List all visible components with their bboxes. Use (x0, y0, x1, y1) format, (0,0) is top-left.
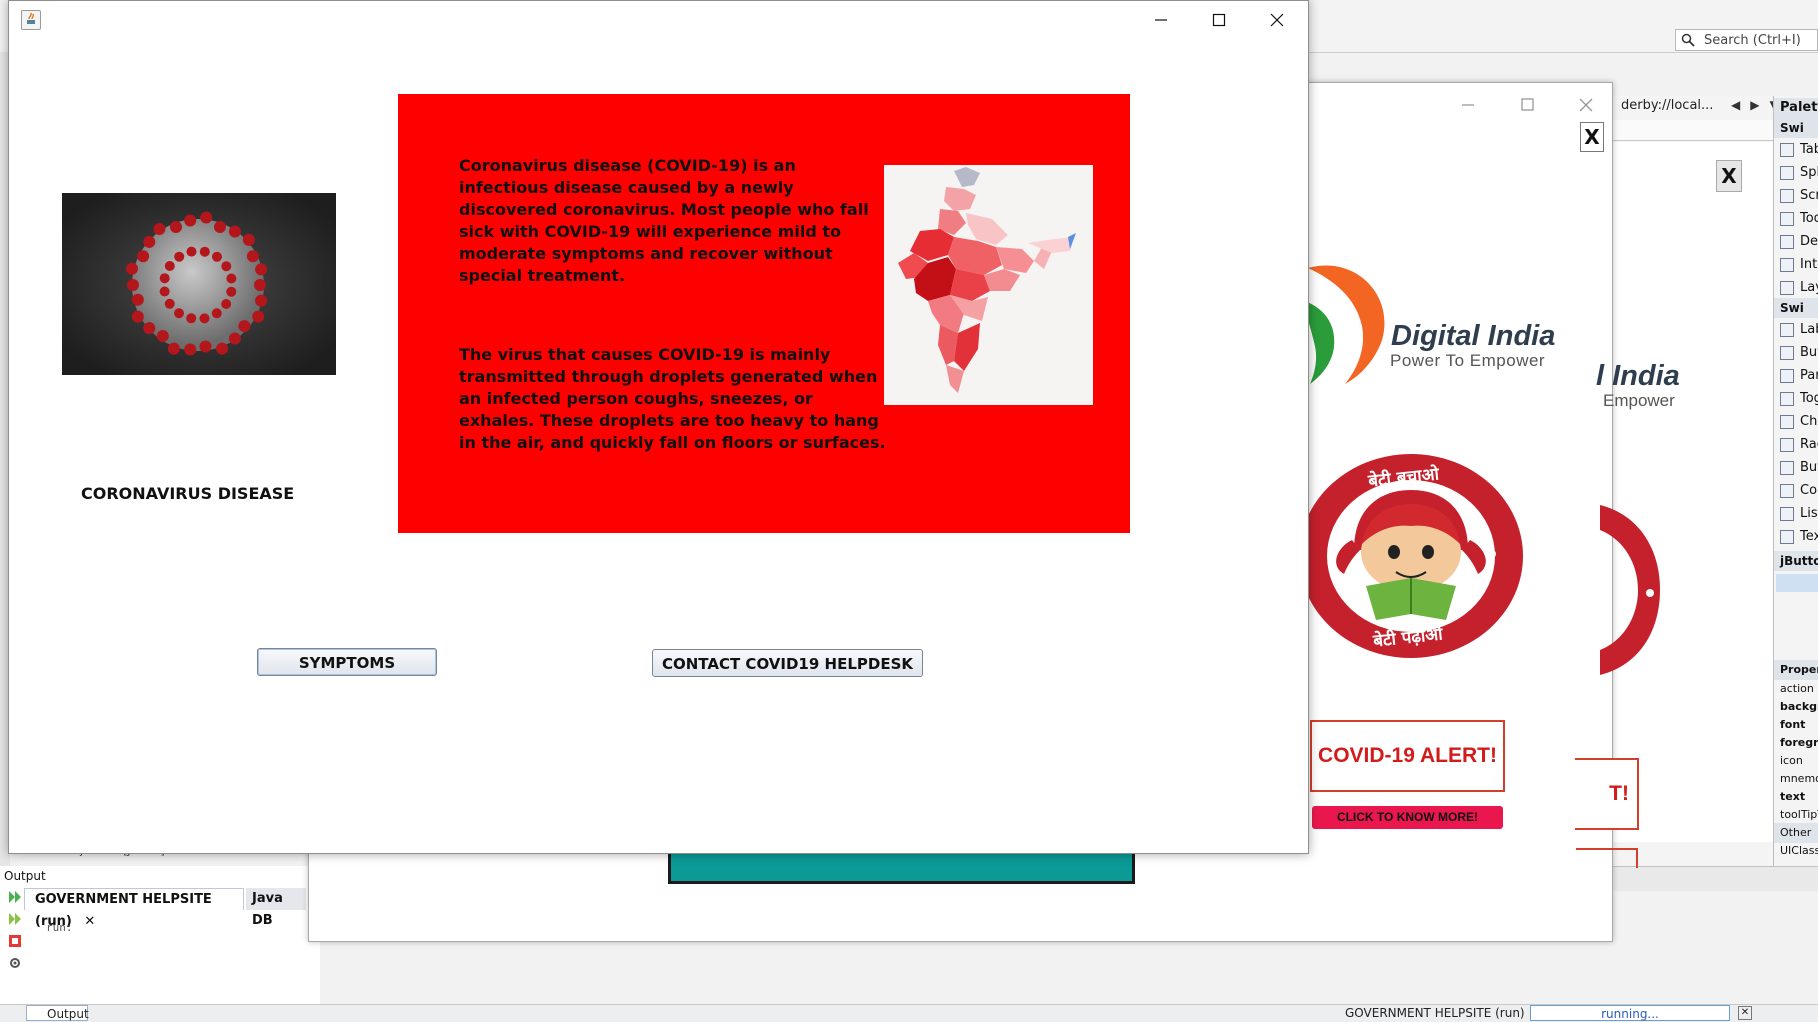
output-panel (0, 866, 320, 1004)
palette-item[interactable]: Butt (1780, 343, 1818, 363)
minimize-button[interactable] (1133, 3, 1189, 37)
digital-india-logo-icon (1302, 265, 1385, 384)
palette-item[interactable]: Che (1780, 412, 1818, 432)
info-paragraph-2: The virus that causes COVID-19 is mainly… (459, 345, 886, 452)
palette-item[interactable]: Too (1780, 209, 1818, 229)
india-covid-map-image (884, 165, 1093, 405)
properties-header: Proper (1774, 660, 1818, 680)
status-progress: running... (1530, 1005, 1730, 1021)
close-button[interactable]: X (1580, 122, 1604, 152)
property-category[interactable]: Other (1774, 823, 1818, 843)
info-paragraph-1: Coronavirus disease (COVID-19) is an inf… (459, 156, 869, 285)
property-row[interactable]: backgro (1780, 697, 1818, 717)
palette-item[interactable]: Des (1780, 232, 1818, 252)
close-button-secondary[interactable]: X (1716, 160, 1742, 192)
maximize-icon (1212, 13, 1226, 27)
covid-alert-box: COVID-19 ALERT! (1310, 720, 1505, 792)
property-row[interactable]: toolTipTe (1780, 805, 1818, 825)
minimize-icon (1155, 19, 1167, 21)
close-icon (1270, 13, 1284, 27)
status-output-button[interactable]: Output (26, 1005, 89, 1021)
palette-item[interactable]: Split (1780, 163, 1818, 183)
coronavirus-disease-label: CORONAVIRUS DISEASE (81, 484, 295, 503)
main-window: CORONAVIRUS DISEASE Coronavirus disease … (8, 0, 1309, 854)
coronavirus-image (62, 193, 336, 375)
beti-bachao-logo-dup-icon (1600, 505, 1660, 675)
ide-tab-strip (1611, 120, 1774, 141)
palette-item[interactable]: Tab (1780, 140, 1818, 160)
inspector-selection[interactable] (1776, 574, 1818, 592)
property-row[interactable]: text (1780, 787, 1818, 807)
stop-icon[interactable] (8, 934, 22, 948)
bg-window-controls (1462, 98, 1593, 112)
property-row[interactable]: font (1780, 715, 1818, 735)
palette-item[interactable]: Lab (1780, 320, 1818, 340)
inspector-label: jButton (1774, 551, 1818, 571)
ide-search-input[interactable]: Search (Ctrl+I) (1675, 29, 1818, 51)
close-button[interactable] (1249, 3, 1305, 37)
digital-india-title-dup: l India (1596, 360, 1680, 392)
property-row[interactable]: action (1780, 679, 1818, 699)
java-app-icon (21, 10, 41, 30)
teal-panel (668, 850, 1135, 884)
palette-item[interactable]: Laye (1780, 278, 1818, 298)
output-run-text: run: (46, 921, 73, 934)
output-tab-java-db[interactable]: Java DB (246, 888, 306, 928)
palette-header: Palette (1774, 98, 1818, 118)
palette-item[interactable]: Com (1780, 481, 1818, 501)
status-project: GOVERNMENT HELPSITE (run) (1345, 1006, 1525, 1020)
digital-india-subtitle-dup: Empower (1603, 391, 1675, 410)
palette-item[interactable]: Scro (1780, 186, 1818, 206)
palette-item[interactable]: Pan (1780, 366, 1818, 386)
know-more-dup-edge (1576, 848, 1638, 868)
property-row[interactable]: icon (1780, 751, 1818, 771)
output-label: Output (4, 869, 46, 883)
palette-panel: Palette Swi Tab Split Scro Too Des Inte … (1773, 96, 1818, 866)
palette-category[interactable]: Swi (1774, 298, 1818, 318)
palette-item[interactable]: Tex (1780, 527, 1818, 547)
property-row[interactable]: foregro (1780, 733, 1818, 753)
digital-india-subtitle: Power To Empower (1390, 351, 1546, 370)
title-bar[interactable] (9, 1, 1308, 39)
property-row[interactable]: mnemoni (1780, 769, 1818, 789)
cancel-process-icon[interactable]: ✕ (1738, 1006, 1752, 1020)
click-to-know-more-button[interactable]: CLICK TO KNOW MORE! (1312, 806, 1503, 829)
symptoms-button[interactable]: SYMPTOMS (257, 648, 437, 676)
palette-item[interactable]: Butt (1780, 458, 1818, 478)
contact-helpdesk-button[interactable]: CONTACT COVID19 HELPDESK (652, 649, 923, 677)
status-bar: Output GOVERNMENT HELPSITE (run) running… (0, 1004, 1818, 1022)
search-icon (1681, 33, 1695, 47)
palette-item[interactable]: Inte (1780, 255, 1818, 275)
palette-item[interactable]: List (1780, 504, 1818, 524)
covid-alert-box-dup: T! (1575, 758, 1639, 830)
ide-design-canvas (1611, 142, 1773, 842)
maximize-icon (1521, 98, 1534, 111)
palette-item[interactable]: Tog (1780, 389, 1818, 409)
rerun-with-args-icon[interactable] (8, 912, 22, 926)
property-row[interactable]: UIClassI (1780, 841, 1818, 861)
palette-category[interactable]: Swi (1774, 118, 1818, 138)
settings-icon[interactable] (8, 956, 22, 970)
maximize-button[interactable] (1191, 3, 1247, 37)
ide-search-placeholder: Search (Ctrl+I) (1704, 33, 1801, 48)
palette-item[interactable]: Rad (1780, 435, 1818, 455)
digital-india-title: Digital India (1391, 320, 1556, 352)
output-tab[interactable]: GOVERNMENT HELPSITE (run) ✕ (24, 888, 244, 929)
close-tab-icon[interactable]: ✕ (84, 914, 95, 929)
rerun-icon[interactable] (8, 890, 22, 904)
